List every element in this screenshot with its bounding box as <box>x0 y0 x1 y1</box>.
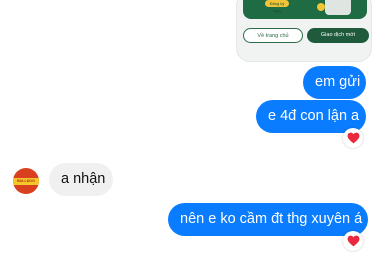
avatar[interactable]: BULLDOG <box>13 168 39 194</box>
banner-pill: Đăng ký ngay <box>265 0 289 13</box>
message-bubble-sent[interactable]: nên e ko cầm đt thg xuyên á <box>168 203 368 236</box>
shared-transaction-card[interactable]: Đăng ký ngay Về trang chủ Giao dịch mới <box>236 0 372 62</box>
heart-reaction-icon[interactable] <box>343 231 363 251</box>
card-banner-image: Đăng ký ngay <box>243 0 367 19</box>
new-transaction-button[interactable]: Giao dịch mới <box>307 28 369 43</box>
avatar-label: BULLDOG <box>13 177 39 185</box>
phone-illustration <box>325 0 351 15</box>
home-button[interactable]: Về trang chủ <box>243 28 303 43</box>
coin-icon <box>317 3 325 11</box>
heart-icon <box>347 235 359 247</box>
message-bubble-received[interactable]: a nhận <box>49 163 113 196</box>
message-bubble-sent[interactable]: em gửi <box>303 66 366 99</box>
heart-icon <box>347 132 359 144</box>
heart-reaction-icon[interactable] <box>343 128 363 148</box>
